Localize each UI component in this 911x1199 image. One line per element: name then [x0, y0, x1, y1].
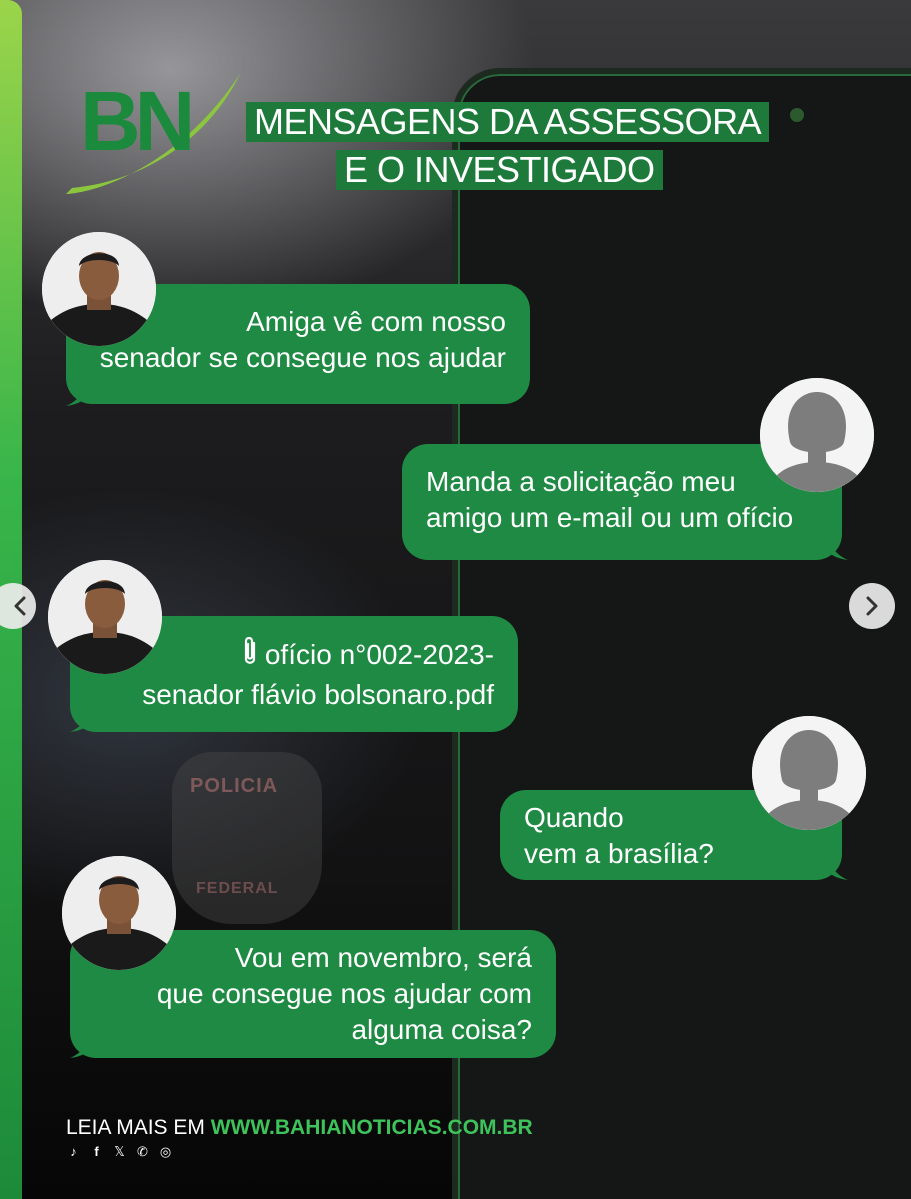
message-5-line-2: que consegue nos ajudar com [156, 978, 532, 1009]
message-1-line-2: senador se consegue nos ajudar [99, 342, 506, 373]
investigado-avatar [42, 232, 156, 346]
chevron-left-icon [14, 596, 26, 616]
headline-line-1: MENSAGENS DA ASSESSORA [246, 102, 770, 142]
bn-logo-graphic: BN [66, 74, 240, 194]
phone-camera [790, 108, 804, 122]
bubble-4-tail [818, 844, 848, 880]
logo-text: BN [80, 74, 190, 168]
previous-slide-button[interactable] [0, 583, 36, 629]
message-5-line-3: alguma coisa? [351, 1014, 532, 1045]
chevron-right-icon [866, 596, 878, 616]
bubble-1-tail [66, 370, 96, 406]
bubble-3-tail [70, 696, 100, 732]
footer-read-more: LEIA MAIS EM WWW.BAHIANOTICIAS.COM.BR [66, 1116, 533, 1140]
attachment-name-line-2: senador flávio bolsonaro.pdf [142, 679, 494, 710]
badge-top-text: POLICIA [190, 775, 279, 797]
badge-bottom-text: FEDERAL [196, 880, 279, 897]
assessora-avatar-2 [752, 716, 866, 830]
x-icon[interactable]: 𝕏 [112, 1144, 127, 1159]
headline-line-2: E O INVESTIGADO [336, 150, 663, 190]
investigado-avatar-2 [48, 560, 162, 674]
facebook-icon[interactable]: f [89, 1144, 104, 1159]
paperclip-icon [239, 636, 261, 677]
attachment-name-line-1: ofício n°002-2023- [264, 639, 494, 670]
instagram-icon[interactable]: ◎ [158, 1144, 173, 1159]
story-canvas: POLICIA FEDERAL BN MENSAGENS DA ASSESSOR… [0, 0, 911, 1199]
assessora-avatar [760, 378, 874, 492]
bubble-2-tail [818, 524, 848, 560]
message-4-line-2: vem a brasília? [524, 838, 714, 869]
next-slide-button[interactable] [849, 583, 895, 629]
tiktok-icon[interactable]: ♪ [66, 1144, 81, 1159]
message-1-line-1: Amiga vê com nosso [246, 306, 506, 337]
message-2-line-1: Manda a solicitação meu [426, 466, 736, 497]
footer-lead: LEIA MAIS EM [66, 1116, 211, 1139]
social-icons: ♪ f 𝕏 ✆ ◎ [66, 1144, 173, 1159]
whatsapp-icon[interactable]: ✆ [135, 1144, 150, 1159]
bubble-5-tail [70, 1022, 100, 1058]
footer-url-link[interactable]: WWW.BAHIANOTICIAS.COM.BR [211, 1116, 533, 1139]
investigado-avatar-3 [62, 856, 176, 970]
message-2-line-2: amigo um e-mail ou um ofício [426, 502, 794, 533]
bn-logo: BN [62, 62, 246, 202]
